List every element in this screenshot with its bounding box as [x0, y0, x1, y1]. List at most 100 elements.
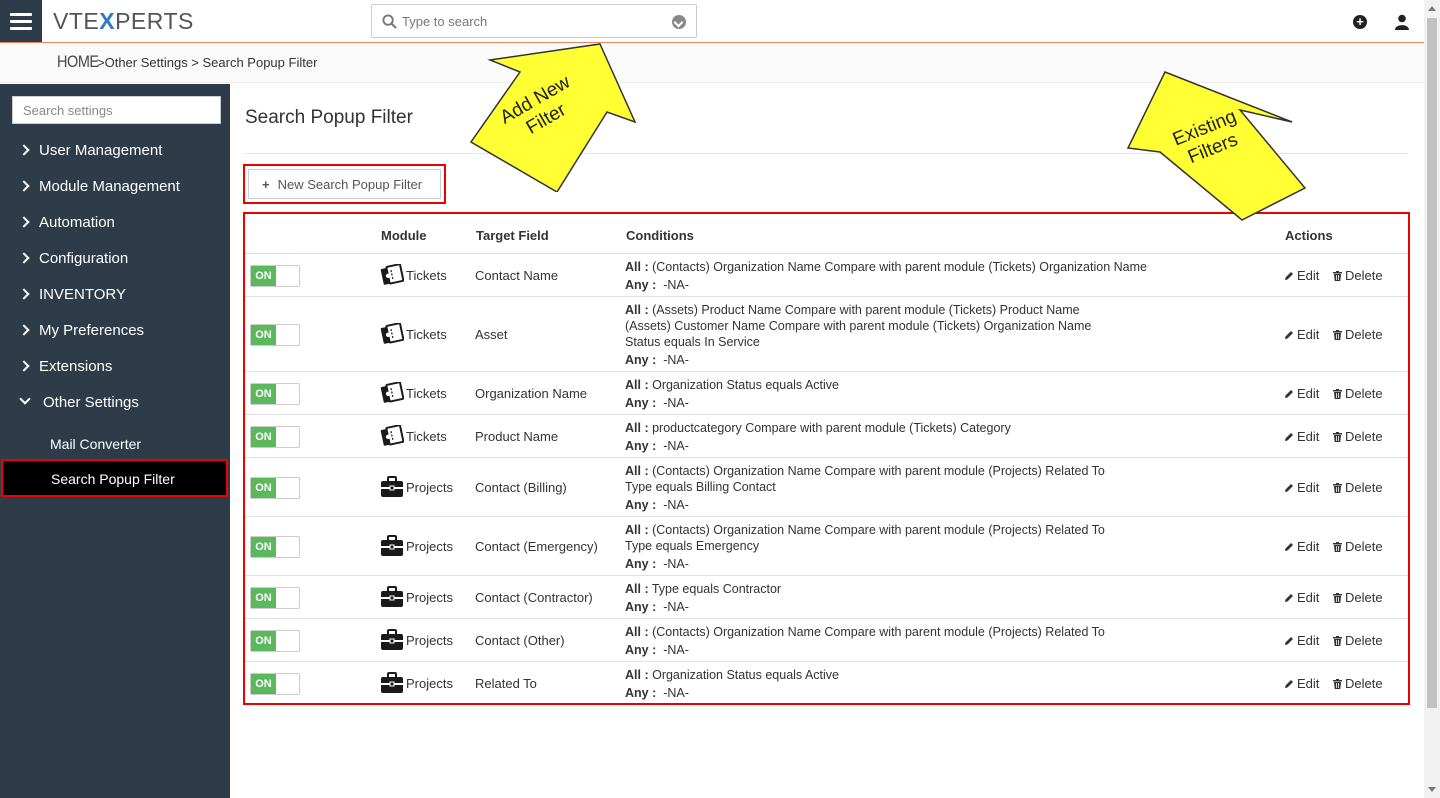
chevron-right-icon	[18, 288, 30, 300]
delete-button[interactable]: Delete	[1333, 429, 1383, 444]
sidebar-item-label: Other Settings	[43, 394, 139, 411]
sidebar-item-inventory[interactable]: INVENTORY	[0, 279, 230, 311]
sidebar-item-automation[interactable]: Automation	[0, 207, 230, 239]
breadcrumb-home[interactable]: HOME	[57, 52, 99, 72]
delete-label: Delete	[1345, 633, 1383, 648]
enable-toggle[interactable]: ON	[250, 587, 300, 609]
edit-button[interactable]: Edit	[1284, 480, 1319, 495]
trash-icon	[1333, 327, 1345, 342]
add-icon[interactable]: +	[1353, 15, 1367, 29]
logo-text: VTEXPERTS	[53, 8, 194, 34]
enable-toggle[interactable]: ON	[250, 265, 300, 287]
column-header-conditions: Conditions	[626, 228, 694, 243]
edit-button[interactable]: Edit	[1284, 633, 1319, 648]
user-icon[interactable]	[1395, 14, 1409, 30]
page-scrollbar[interactable]	[1424, 0, 1440, 798]
trash-icon	[1333, 480, 1345, 495]
conditions-cell: All : (Contacts) Organization Name Compa…	[625, 463, 1105, 513]
delete-button[interactable]: Delete	[1333, 480, 1383, 495]
sidebar-item-other-settings[interactable]: Other Settings	[0, 387, 230, 419]
condition-text: (Contacts) Organization Name Compare wit…	[652, 260, 1147, 274]
module-name: Projects	[406, 539, 453, 554]
module-name: Tickets	[406, 429, 447, 444]
hamburger-menu-icon[interactable]	[0, 0, 42, 42]
sidebar-item-extensions[interactable]: Extensions	[0, 351, 230, 383]
delete-button[interactable]: Delete	[1333, 327, 1383, 342]
chevron-right-icon	[18, 324, 30, 336]
sidebar-item-label: Module Management	[39, 178, 180, 195]
module-name: Projects	[406, 480, 453, 495]
sidebar-item-user-management[interactable]: User Management	[0, 135, 230, 167]
global-search[interactable]	[371, 4, 697, 38]
condition-line: (Assets) Customer Name Compare with pare…	[625, 318, 1091, 334]
condition-line: All : (Assets) Product Name Compare with…	[625, 302, 1091, 318]
enable-toggle[interactable]: ON	[250, 673, 300, 695]
enable-toggle[interactable]: ON	[250, 383, 300, 405]
delete-button[interactable]: Delete	[1333, 633, 1383, 648]
condition-text: -NA-	[663, 686, 689, 700]
edit-label: Edit	[1297, 327, 1320, 342]
module-name: Projects	[406, 633, 453, 648]
delete-button[interactable]: Delete	[1333, 676, 1383, 691]
delete-button[interactable]: Delete	[1333, 590, 1383, 605]
sidebar-item-my-preferences[interactable]: My Preferences	[0, 315, 230, 347]
chevron-right-icon	[18, 216, 30, 228]
any-label: Any :	[625, 353, 657, 367]
target-field: Contact (Emergency)	[475, 539, 598, 554]
edit-button[interactable]: Edit	[1284, 268, 1319, 283]
breadcrumb-path[interactable]: >Other Settings > Search Popup Filter	[97, 55, 317, 70]
condition-line: Status equals In Service	[625, 334, 1091, 350]
delete-label: Delete	[1345, 590, 1383, 605]
delete-label: Delete	[1345, 429, 1383, 444]
briefcase-icon	[380, 672, 404, 694]
conditions-cell: All : Organization Status equals Active A…	[625, 377, 839, 411]
table-row: ON Projects Contact (Emergency) All : (Cont…	[245, 517, 1408, 576]
chevron-down-icon	[19, 393, 31, 405]
toggle-on-label: ON	[251, 427, 276, 447]
sidebar-subitem-mail-converter[interactable]: Mail Converter	[0, 428, 230, 460]
scroll-up-arrow-icon[interactable]	[1428, 6, 1436, 11]
pencil-icon	[1284, 327, 1297, 342]
sidebar-item-module-management[interactable]: Module Management	[0, 171, 230, 203]
conditions-cell: All : (Assets) Product Name Compare with…	[625, 302, 1091, 368]
app-logo[interactable]: VTEXPERTS	[53, 8, 194, 35]
all-label: All :	[625, 625, 649, 639]
edit-button[interactable]: Edit	[1284, 539, 1319, 554]
module-name: Tickets	[406, 268, 447, 283]
condition-line: Any : -NA-	[625, 438, 1011, 454]
any-label: Any :	[625, 557, 657, 571]
enable-toggle[interactable]: ON	[250, 536, 300, 558]
condition-line: All : productcategory Compare with paren…	[625, 420, 1011, 436]
settings-search-input[interactable]	[12, 96, 221, 124]
briefcase-icon	[380, 586, 404, 608]
conditions-cell: All : (Contacts) Organization Name Compa…	[625, 259, 1147, 293]
delete-button[interactable]: Delete	[1333, 539, 1383, 554]
target-field: Related To	[475, 676, 537, 691]
edit-button[interactable]: Edit	[1284, 386, 1319, 401]
top-bar: VTEXPERTS +	[0, 0, 1424, 43]
delete-button[interactable]: Delete	[1333, 268, 1383, 283]
scroll-thumb[interactable]	[1427, 18, 1437, 708]
condition-text: (Contacts) Organization Name Compare wit…	[652, 625, 1105, 639]
new-search-popup-filter-button[interactable]: + New Search Popup Filter	[248, 169, 441, 199]
enable-toggle[interactable]: ON	[250, 477, 300, 499]
enable-toggle[interactable]: ON	[250, 630, 300, 652]
enable-toggle[interactable]: ON	[250, 324, 300, 346]
condition-text: -NA-	[663, 498, 689, 512]
edit-button[interactable]: Edit	[1284, 590, 1319, 605]
condition-line: All : (Contacts) Organization Name Compa…	[625, 259, 1147, 275]
trash-icon	[1333, 633, 1345, 648]
all-label: All :	[625, 523, 649, 537]
scroll-down-arrow-icon[interactable]	[1428, 787, 1436, 792]
sidebar-item-configuration[interactable]: Configuration	[0, 243, 230, 275]
enable-toggle[interactable]: ON	[250, 426, 300, 448]
edit-button[interactable]: Edit	[1284, 327, 1319, 342]
search-input[interactable]	[402, 11, 662, 31]
sidebar-subitem-search-popup-filter[interactable]: Search Popup Filter	[1, 459, 228, 497]
plus-icon: +	[262, 176, 270, 192]
any-label: Any :	[625, 498, 657, 512]
chevron-down-icon[interactable]	[672, 15, 686, 29]
edit-button[interactable]: Edit	[1284, 429, 1319, 444]
edit-button[interactable]: Edit	[1284, 676, 1319, 691]
delete-button[interactable]: Delete	[1333, 386, 1383, 401]
